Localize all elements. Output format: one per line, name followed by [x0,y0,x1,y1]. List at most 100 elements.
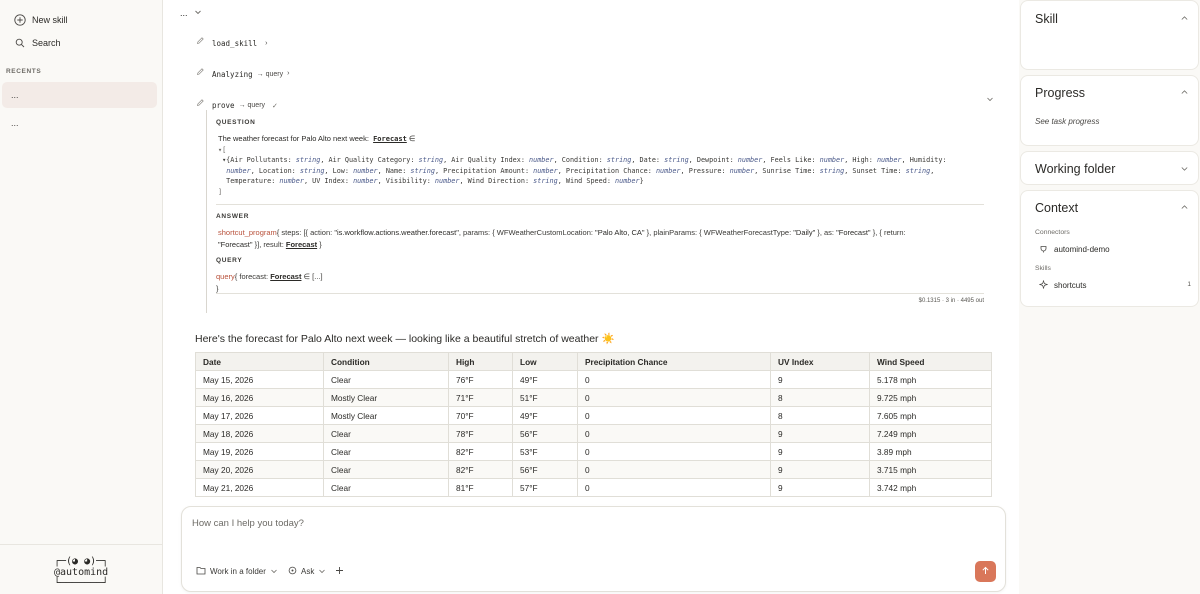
right-panel: Skill Progress See task progress Working… [1019,0,1200,594]
context-card[interactable]: Context Connectors automind-demo Skills … [1020,190,1199,307]
sidebar: New skill Search RECENTS ... ... ┌─(◕ ◕)… [0,0,163,594]
divider [216,293,984,294]
work-in-folder-button[interactable]: Work in a folder [196,566,278,577]
forecast-table: Date Condition High Low Precipitation Ch… [195,352,992,497]
chevron-up-icon[interactable] [1180,203,1189,212]
chevron-down-icon [194,8,202,18]
table-cell: May 21, 2026 [195,478,324,497]
table-cell: 9.725 mph [869,388,992,407]
table-cell: 9 [770,424,870,443]
table-cell: May 19, 2026 [195,442,324,461]
progress-card[interactable]: Progress See task progress [1020,75,1199,146]
skill-card[interactable]: Skill [1020,0,1199,70]
recent-item[interactable]: ... [2,110,157,136]
thread-collapse-toggle[interactable]: ... [180,8,202,18]
table-cell: Clear [323,442,449,461]
table-cell: 57°F [512,478,578,497]
cost-info: $0.1315 · 3 in · 4495 out [918,298,984,304]
plug-icon [1039,244,1048,255]
table-cell: 9 [770,442,870,461]
table-cell: 0 [577,442,771,461]
table-cell: 0 [577,424,771,443]
table-cell: May 17, 2026 [195,406,324,425]
plus-circle-icon [14,14,26,26]
table-cell: 9 [770,460,870,479]
table-cell: 82°F [448,442,513,461]
divider [216,204,984,205]
table-cell: 8 [770,388,870,407]
table-cell: 3.742 mph [869,478,992,497]
forecast-result-link[interactable]: Forecast [286,240,317,249]
question-text: The weather forecast for Palo Alto next … [218,134,416,143]
new-skill-button[interactable]: New skill [14,14,68,26]
chevron-up-icon[interactable] [1180,88,1189,97]
table-cell: 53°F [512,442,578,461]
col-date: Date [195,352,324,371]
table-row: May 19, 2026 Clear 82°F 53°F 0 9 3.89 mph [195,442,992,461]
working-folder-card[interactable]: Working folder [1020,151,1199,185]
prove-details: QUESTION The weather forecast for Palo A… [206,110,986,313]
arrow-up-icon [981,566,990,577]
forecast-query-link[interactable]: Forecast [270,272,301,281]
table-header-row: Date Condition High Low Precipitation Ch… [195,352,992,371]
mode-select[interactable]: Ask [288,566,326,577]
table-cell: 0 [577,370,771,389]
chevron-up-icon[interactable] [1180,14,1189,23]
prompt-input[interactable]: How can I help you today? [192,518,304,529]
chevron-down-icon[interactable] [986,95,994,105]
table-cell: May 18, 2026 [195,424,324,443]
step-prove[interactable]: prove → query ✓ [196,94,278,110]
pencil-icon [196,98,205,107]
working-folder-heading: Working folder [1035,162,1116,176]
recent-item[interactable]: ... [2,82,157,108]
chat-bubble-icon [288,566,297,577]
sparkle-icon [1038,279,1049,291]
answer-label: ANSWER [216,213,250,220]
table-cell: 9 [770,478,870,497]
col-low: Low [512,352,578,371]
skill-item[interactable]: shortcuts [1038,279,1086,291]
table-cell: 49°F [512,406,578,425]
type-definition: ▾[ ▾{Air Pollutants: string, Air Quality… [218,146,947,196]
chevron-down-icon [318,567,326,577]
table-cell: 9 [770,370,870,389]
send-button[interactable] [975,561,996,582]
table-cell: 0 [577,406,771,425]
query-label: QUERY [216,257,243,264]
question-label: QUESTION [216,119,256,126]
table-row: May 18, 2026 Clear 78°F 56°F 0 9 7.249 mph [195,424,992,443]
table-cell: Mostly Clear [323,406,449,425]
table-cell: May 20, 2026 [195,460,324,479]
add-attachment-button[interactable] [335,566,344,577]
step-analyzing[interactable]: Analyzing → query › [196,63,289,79]
table-cell: 49°F [512,370,578,389]
check-icon: ✓ [272,102,278,110]
table-cell: 8 [770,406,870,425]
folder-icon [196,566,206,577]
automind-logo: ┌─(◕ ◕)─┐ @automind └───────┘ [54,556,109,589]
table-cell: 56°F [512,424,578,443]
table-cell: Clear [323,424,449,443]
table-cell: 3.89 mph [869,442,992,461]
table-cell: 7.249 mph [869,424,992,443]
progress-heading: Progress [1035,86,1086,100]
step-load-skill[interactable]: load_skill › [196,33,268,48]
new-skill-label: New skill [32,15,68,25]
chevron-down-icon[interactable] [1180,164,1189,173]
col-high: High [448,352,513,371]
table-cell: Mostly Clear [323,388,449,407]
pencil-icon [196,36,205,45]
search-button[interactable]: Search [14,37,61,49]
connector-item[interactable]: automind-demo [1039,244,1110,255]
col-precip: Precipitation Chance [577,352,771,371]
table-cell: 3.715 mph [869,460,992,479]
search-label: Search [32,38,61,48]
skills-label: Skills [1035,265,1051,272]
query-expression: query{ forecast: Forecast ∈ [...] } [216,272,323,293]
composer: How can I help you today? Work in a fold… [181,506,1006,592]
forecast-type-link[interactable]: Forecast [373,135,407,143]
table-cell: 78°F [448,424,513,443]
connectors-label: Connectors [1035,229,1070,236]
progress-hint: See task progress [1035,117,1100,126]
chevron-down-icon [270,567,278,577]
